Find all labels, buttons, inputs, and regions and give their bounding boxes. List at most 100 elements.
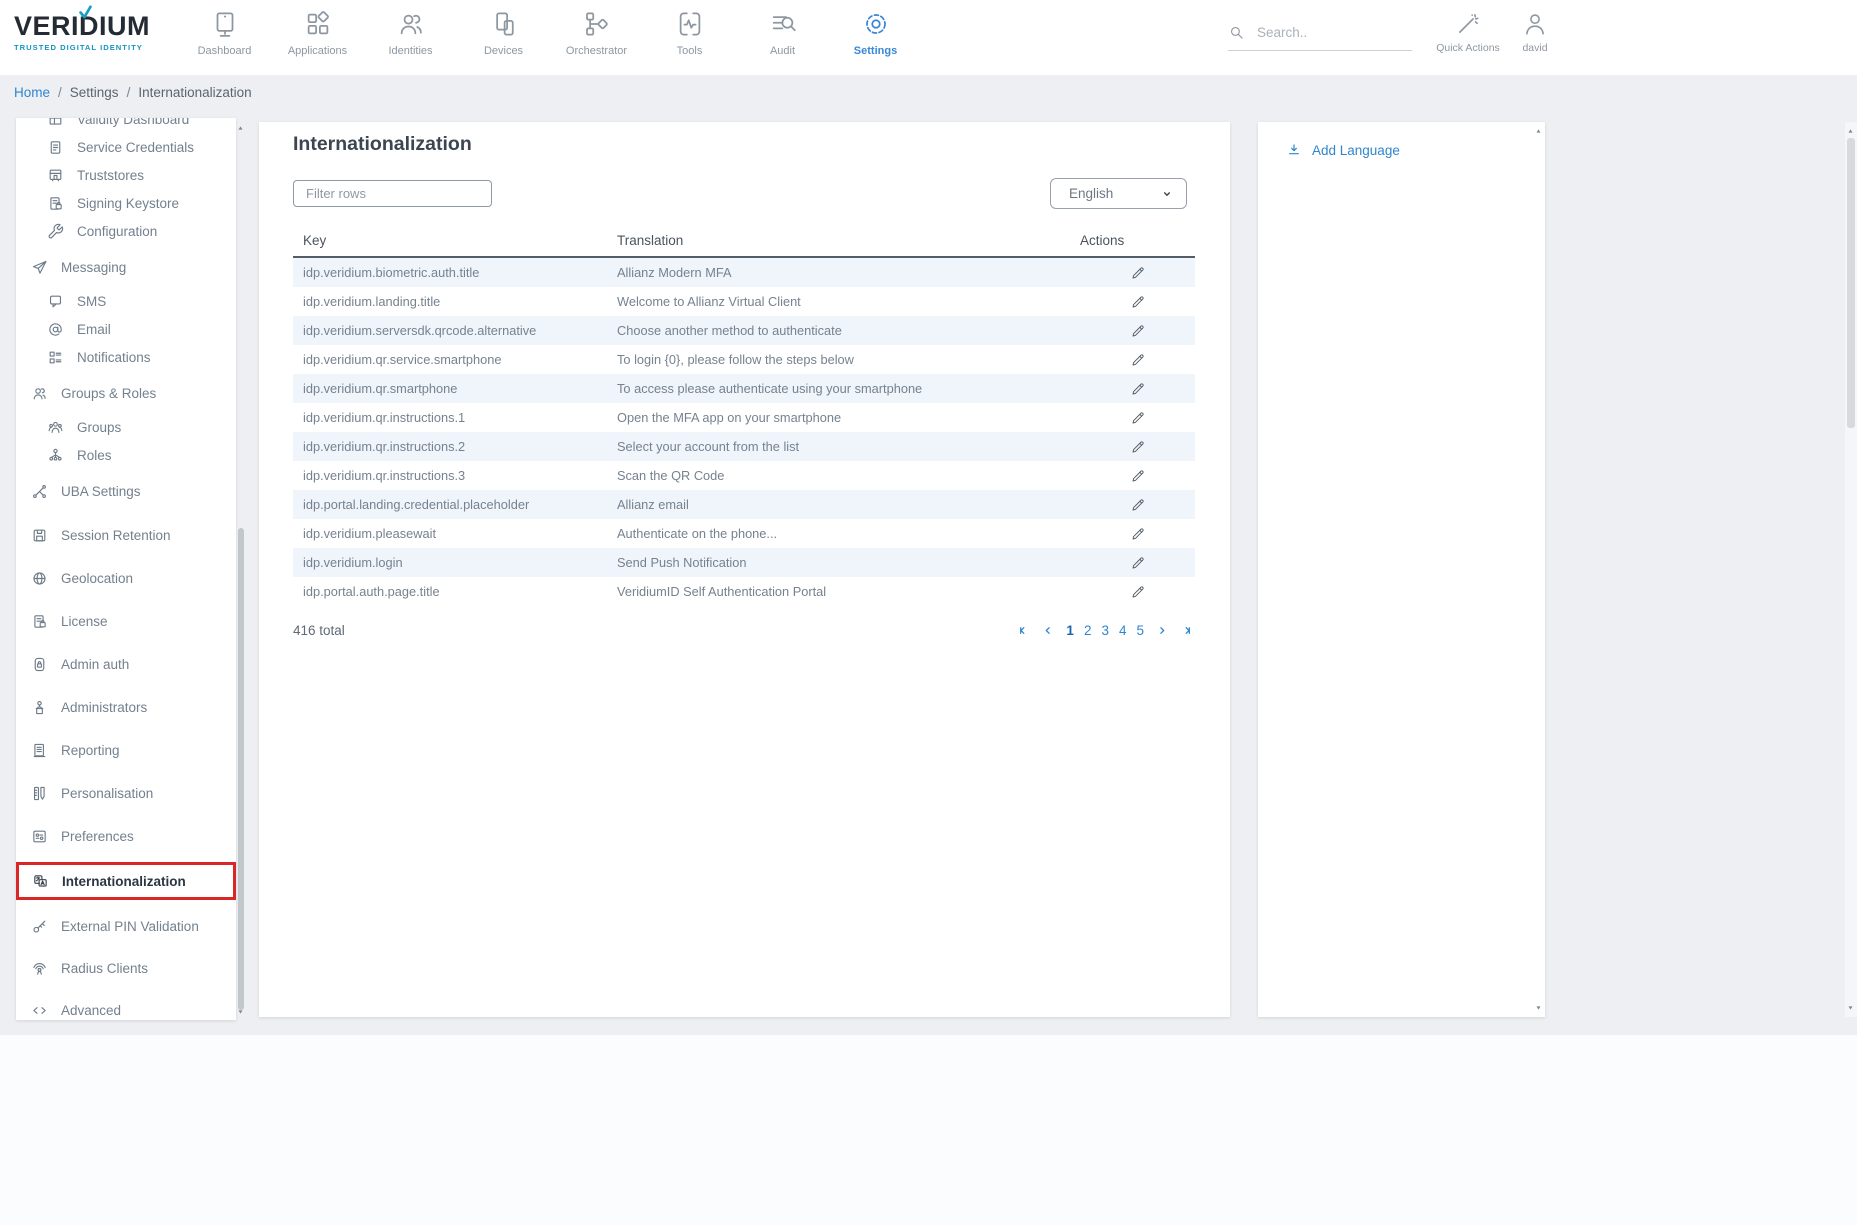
key-cell: idp.veridium.login xyxy=(293,555,617,570)
nav-item-identities[interactable]: Identities xyxy=(364,9,457,57)
page-number[interactable]: 4 xyxy=(1119,623,1127,638)
nav-item-orchestrator[interactable]: Orchestrator xyxy=(550,9,643,57)
sidebar-item-groups-roles[interactable]: Groups & Roles xyxy=(16,378,236,408)
sidebar-item-signing-keystore[interactable]: Signing Keystore xyxy=(16,189,236,217)
sidebar-item-reporting[interactable]: Reporting xyxy=(16,736,236,764)
scroll-down-icon[interactable] xyxy=(1534,1004,1543,1012)
previous-page-icon[interactable] xyxy=(1041,623,1056,638)
sidebar-item-radius-clients[interactable]: Radius Clients xyxy=(16,954,236,982)
edit-icon[interactable] xyxy=(1130,468,1146,484)
edit-icon[interactable] xyxy=(1130,410,1146,426)
sidebar-item-label: Validity Dashboard xyxy=(77,118,189,127)
chat-icon xyxy=(47,293,64,310)
table-row: idp.veridium.pleasewaitAuthenticate on t… xyxy=(293,519,1195,548)
nav-item-dashboard[interactable]: Dashboard xyxy=(178,9,271,57)
language-select[interactable]: English xyxy=(1050,178,1187,209)
edit-icon[interactable] xyxy=(1130,265,1146,281)
page-number[interactable]: 2 xyxy=(1084,623,1092,638)
sidebar-item-administrators[interactable]: Administrators xyxy=(16,693,236,721)
sidebar-item-configuration[interactable]: Configuration xyxy=(16,217,236,245)
user-menu[interactable]: david xyxy=(1509,11,1561,54)
sidebar-item-messaging[interactable]: Messaging xyxy=(16,252,236,282)
actions-cell xyxy=(1080,526,1195,542)
at-sign-icon xyxy=(47,321,64,338)
sidebar-item-external-pin-validation[interactable]: External PIN Validation xyxy=(16,912,236,940)
last-page-icon[interactable] xyxy=(1179,623,1194,638)
sidebar-item-admin-auth[interactable]: Admin auth xyxy=(16,650,236,678)
sidebar-item-email[interactable]: Email xyxy=(16,315,236,343)
scroll-down-icon[interactable] xyxy=(1846,1004,1855,1012)
breadcrumb-home-link[interactable]: Home xyxy=(14,85,50,100)
scroll-up-icon[interactable] xyxy=(236,124,245,132)
sidebar-scrollbar[interactable] xyxy=(236,118,246,1020)
nav-item-applications[interactable]: Applications xyxy=(271,9,364,57)
nav-item-tools[interactable]: Tools xyxy=(643,9,736,57)
sidebar-item-session-retention[interactable]: Session Retention xyxy=(16,521,236,549)
primary-nav: Dashboard Applications Identities Device… xyxy=(178,9,922,57)
nav-label: Tools xyxy=(677,45,703,57)
sidebar-item-personalisation[interactable]: Personalisation xyxy=(16,779,236,807)
page-number[interactable]: 3 xyxy=(1101,623,1109,638)
table-row: idp.veridium.biometric.auth.titleAllianz… xyxy=(293,258,1195,287)
page-scrollbar[interactable] xyxy=(1845,122,1857,1017)
sidebar-item-service-credentials[interactable]: Service Credentials xyxy=(16,133,236,161)
sidebar-item-groups[interactable]: Groups xyxy=(16,413,236,441)
nav-item-devices[interactable]: Devices xyxy=(457,9,550,57)
next-page-icon[interactable] xyxy=(1154,623,1169,638)
actions-cell xyxy=(1080,381,1195,397)
edit-icon[interactable] xyxy=(1130,555,1146,571)
edit-icon[interactable] xyxy=(1130,526,1146,542)
edit-icon[interactable] xyxy=(1130,439,1146,455)
scroll-up-icon[interactable] xyxy=(1846,127,1855,135)
edit-icon[interactable] xyxy=(1130,497,1146,513)
add-language-button[interactable]: Add Language xyxy=(1286,142,1400,158)
key-cell: idp.veridium.qr.service.smartphone xyxy=(293,352,617,367)
sidebar-item-notifications[interactable]: Notifications xyxy=(16,343,236,371)
sidebar-item-geolocation[interactable]: Geolocation xyxy=(16,564,236,592)
scrollbar-thumb[interactable] xyxy=(238,528,244,1010)
sidebar-item-preferences[interactable]: Preferences xyxy=(16,822,236,850)
sidebar-item-sms[interactable]: SMS xyxy=(16,287,236,315)
translation-cell: VeridiumID Self Authentication Portal xyxy=(617,584,1080,599)
veridium-logo[interactable]: VERIDIUM TRUSTED DIGITAL IDENTITY xyxy=(14,13,174,52)
sidebar-item-label: Roles xyxy=(77,448,112,463)
nav-item-settings[interactable]: Settings xyxy=(829,9,922,57)
filter-rows-input[interactable] xyxy=(293,180,492,207)
page-number[interactable]: 5 xyxy=(1136,623,1144,638)
column-header-translation: Translation xyxy=(617,233,1080,248)
sidebar-item-advanced[interactable]: Advanced xyxy=(16,996,236,1020)
sidebar-item-roles[interactable]: Roles xyxy=(16,441,236,469)
edit-icon[interactable] xyxy=(1130,352,1146,368)
sidebar-item-validity-dashboard[interactable]: Validity Dashboard xyxy=(16,118,236,133)
table-body: idp.veridium.biometric.auth.titleAllianz… xyxy=(293,258,1195,606)
edit-icon[interactable] xyxy=(1130,381,1146,397)
scroll-up-icon[interactable] xyxy=(1534,127,1543,135)
sidebar-item-internationalization[interactable]: Internationalization xyxy=(16,862,236,900)
sidebar-item-label: Advanced xyxy=(61,1003,121,1018)
search-icon[interactable] xyxy=(1228,24,1245,41)
key-cell: idp.veridium.qr.instructions.3 xyxy=(293,468,617,483)
breadcrumb: Home/Settings/Internationalization xyxy=(14,85,252,100)
floppy-icon xyxy=(31,527,48,544)
breadcrumb-separator: / xyxy=(127,85,131,100)
actions-cell xyxy=(1080,555,1195,571)
sidebar-item-label: Internationalization xyxy=(62,874,186,889)
scroll-down-icon[interactable] xyxy=(236,1008,245,1016)
scrollbar-thumb[interactable] xyxy=(1847,138,1855,428)
quick-actions-button[interactable]: Quick Actions xyxy=(1436,11,1500,54)
page-title: Internationalization xyxy=(293,133,472,156)
page-number-current[interactable]: 1 xyxy=(1066,623,1074,638)
edit-icon[interactable] xyxy=(1130,584,1146,600)
sidebar-item-label: SMS xyxy=(77,294,106,309)
app-header: VERIDIUM TRUSTED DIGITAL IDENTITY Dashbo… xyxy=(0,0,1857,75)
nav-item-audit[interactable]: Audit xyxy=(736,9,829,57)
search-input[interactable] xyxy=(1257,25,1392,40)
sidebar-item-truststores[interactable]: Truststores xyxy=(16,161,236,189)
sidebar-item-uba-settings[interactable]: UBA Settings xyxy=(16,476,236,506)
key-cell: idp.portal.auth.page.title xyxy=(293,584,617,599)
first-page-icon[interactable] xyxy=(1016,623,1031,638)
edit-icon[interactable] xyxy=(1130,294,1146,310)
edit-icon[interactable] xyxy=(1130,323,1146,339)
sidebar-item-license[interactable]: License xyxy=(16,607,236,635)
translate-icon xyxy=(32,873,49,890)
